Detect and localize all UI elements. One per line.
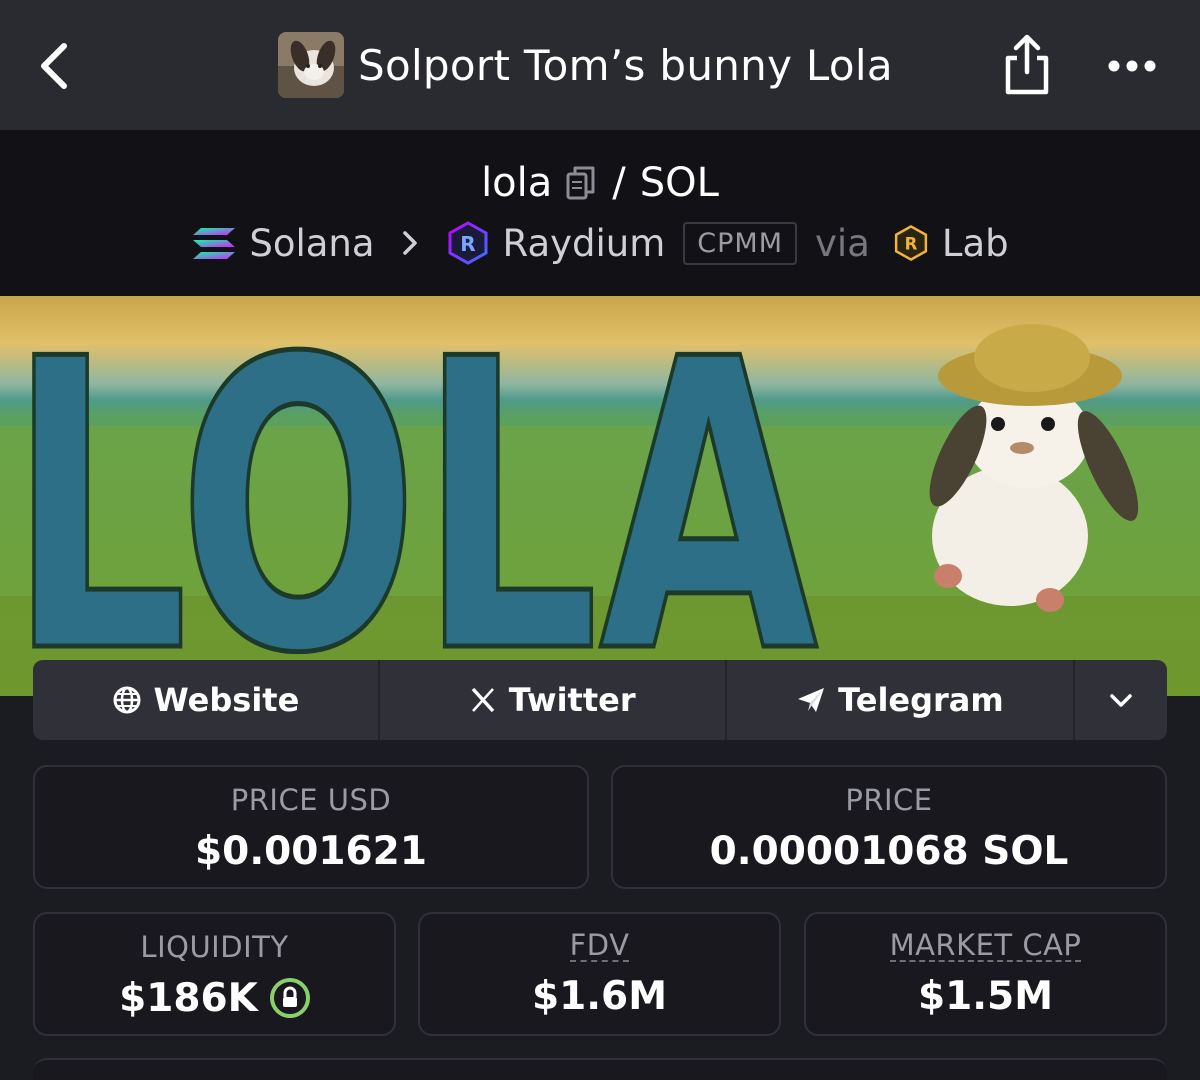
share-button[interactable]	[1000, 32, 1054, 98]
price-native-label: PRICE	[845, 783, 933, 817]
chevron-right-icon	[402, 231, 417, 255]
top-nav-bar: Solport Tom’s bunny Lola	[0, 0, 1200, 130]
chain-name[interactable]: Solana	[249, 222, 374, 265]
launchpad-name[interactable]: Lab	[942, 222, 1009, 265]
price-usd-label: PRICE USD	[230, 783, 392, 817]
dex-name[interactable]: Raydium	[503, 222, 666, 265]
solana-logo-icon	[193, 228, 236, 259]
liquidity-label: LIQUIDITY	[140, 930, 289, 964]
more-options-button[interactable]	[1104, 46, 1160, 86]
telegram-label: Telegram	[838, 681, 1004, 719]
next-section-edge	[33, 1058, 1167, 1080]
chevron-down-icon	[1110, 694, 1132, 707]
banner-lola-text: LOLA	[8, 296, 820, 696]
token-banner-image: LOLA	[0, 274, 1200, 744]
via-label: via	[815, 221, 870, 265]
pool-type-badge: CPMM	[683, 221, 798, 265]
globe-icon	[113, 686, 140, 714]
back-button[interactable]	[34, 36, 74, 96]
lab-logo-icon: R	[894, 225, 927, 261]
fdv-label[interactable]: FDV	[569, 930, 630, 962]
twitter-label: Twitter	[508, 681, 636, 719]
social-links-bar: Website Twitter Telegram	[33, 660, 1167, 740]
share-icon	[1005, 34, 1049, 95]
price-native-card: PRICE 0.00001068 SOL	[611, 765, 1167, 889]
raydium-logo-icon: R	[448, 221, 488, 265]
price-native-value: 0.00001068 SOL	[709, 829, 1069, 874]
fdv-card: FDV $1.6M	[418, 912, 781, 1036]
liquidity-locked-icon[interactable]	[269, 977, 310, 1018]
website-label: Website	[153, 681, 300, 719]
price-usd-value: $0.001621	[195, 829, 427, 874]
base-token-symbol: lola	[481, 160, 553, 206]
website-button[interactable]: Website	[33, 660, 380, 740]
price-usd-card: PRICE USD $0.001621	[33, 765, 589, 889]
svg-text:R: R	[905, 235, 918, 254]
chain-breadcrumb: Solana R Raydium CPMM via R Lab	[0, 218, 1200, 268]
pair-separator: /	[612, 160, 626, 206]
quote-token-symbol: SOL	[639, 160, 719, 206]
x-logo-icon	[471, 687, 494, 713]
fdv-value: $1.6M	[531, 974, 668, 1019]
twitter-button[interactable]: Twitter	[380, 660, 727, 740]
telegram-icon	[798, 688, 825, 712]
pair-name: lola / SOL	[0, 158, 1200, 208]
copy-icon[interactable]	[564, 164, 598, 202]
page-title: Solport Tom’s bunny Lola	[358, 40, 893, 90]
chevron-left-icon	[41, 43, 67, 89]
market-cap-label[interactable]: MARKET CAP	[889, 930, 1082, 962]
market-cap-value: $1.5M	[917, 974, 1054, 1019]
token-avatar	[278, 32, 344, 98]
liquidity-card: LIQUIDITY $186K	[33, 912, 396, 1036]
liquidity-value-row: $186K	[35, 976, 394, 1021]
svg-text:R: R	[460, 232, 475, 256]
pair-header: lola / SOL Solana R Raydium CPMM via R L…	[0, 130, 1200, 296]
liquidity-value: $186K	[119, 976, 258, 1021]
market-cap-card: MARKET CAP $1.5M	[804, 912, 1167, 1036]
more-socials-dropdown[interactable]	[1075, 660, 1167, 740]
telegram-button[interactable]: Telegram	[727, 660, 1076, 740]
more-horizontal-icon	[1108, 60, 1156, 72]
nav-title-group: Solport Tom’s bunny Lola	[278, 32, 893, 98]
